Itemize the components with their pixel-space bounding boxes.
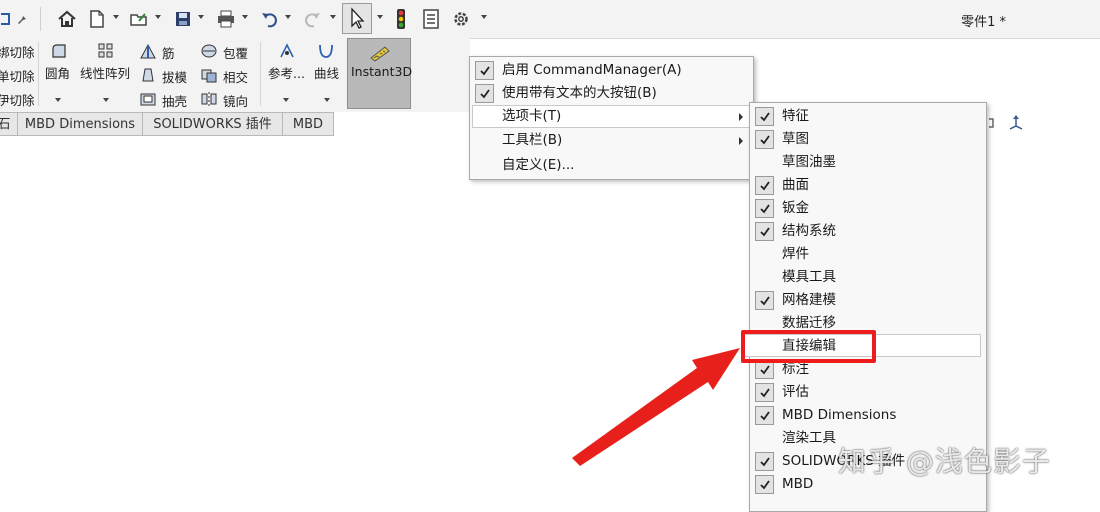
home-icon[interactable] [56,8,78,30]
instant3d-icon [369,44,391,66]
check-icon [755,176,774,195]
document-title: 零件1 * [961,15,1006,30]
intersect-icon[interactable] [200,66,217,83]
select-button[interactable] [342,3,372,34]
curves-icon[interactable] [317,42,333,58]
rib-button[interactable]: 筋 [162,43,175,62]
submenu-item[interactable]: 评估 [782,381,809,404]
check-icon [475,61,494,80]
fillet-icon[interactable] [50,42,66,58]
redo-icon[interactable] [302,8,324,30]
view-orientation-icon[interactable] [1006,114,1026,134]
submenu-item[interactable]: 渲染工具 [782,427,836,450]
open-icon[interactable] [128,8,150,30]
submenu-item[interactable]: 网格建模 [782,289,836,312]
submenu-item[interactable]: 草图油墨 [782,151,836,174]
submenu-item[interactable]: 焊件 [782,243,809,266]
pin-icon[interactable] [12,8,34,30]
menu-item-large-buttons-with-text[interactable]: 使用带有文本的大按钮(B) [502,82,657,105]
submenu-item[interactable]: 草图 [782,128,809,151]
submenu-item[interactable]: MBD Dimensions [782,404,896,427]
save-icon[interactable] [172,8,194,30]
mirror-icon[interactable] [200,90,217,106]
menu-item-customize[interactable]: 自定义(E)... [502,154,574,177]
tab-partial[interactable]: 石 [0,112,18,136]
options-icon[interactable] [450,8,472,30]
tab-mbd[interactable]: MBD [282,112,334,136]
intersect-button[interactable]: 相交 [223,67,248,86]
quick-access-toolbar: 零件1 * [0,0,1100,39]
fillet-button[interactable]: 圆角 [45,63,70,82]
draft-button[interactable]: 拔模 [162,67,187,86]
check-icon [475,84,494,103]
undo-icon[interactable] [258,8,280,30]
submenu-item[interactable]: 结构系统 [782,220,836,243]
new-file-icon[interactable] [86,8,108,30]
view-toolbar-fragment-icon[interactable] [988,116,994,130]
menu-item-enable-commandmanager[interactable]: 启用 CommandManager(A) [502,59,682,82]
tab-solidworks-addins[interactable]: SOLIDWORKS 插件 [142,112,283,136]
wrap-button[interactable]: 包覆 [223,43,248,62]
check-icon [755,107,774,126]
rebuild-icon[interactable] [390,8,412,30]
draft-icon[interactable] [139,66,155,82]
submenu-item[interactable]: MBD [782,473,813,496]
check-icon [755,291,774,310]
shell-icon[interactable] [139,90,156,106]
tab-mbd-dimensions[interactable]: MBD Dimensions [17,112,143,136]
print-icon[interactable] [215,8,237,30]
rib-icon[interactable] [139,42,156,59]
file-properties-icon[interactable] [420,8,442,30]
menu-item-toolbars[interactable]: 工具栏(B) [502,129,562,152]
ribbon-cut-label-2[interactable]: 单切除 [0,66,35,85]
linear-pattern-button[interactable]: 线性阵列 [80,63,130,82]
submenu-item[interactable]: 特征 [782,105,809,128]
ribbon-cut-label-3[interactable]: 伊切除 [0,90,35,109]
submenu-item[interactable]: 钣金 [782,197,809,220]
check-icon [755,222,774,241]
linear-pattern-icon[interactable] [97,42,113,58]
shell-button[interactable]: 抽壳 [162,91,187,110]
check-icon [755,130,774,149]
wrap-icon[interactable] [200,42,217,58]
check-icon [755,199,774,218]
check-icon [755,475,774,494]
command-manager-context-menu: 启用 CommandManager(A) 使用带有文本的大按钮(B) 选项卡(T… [469,56,754,180]
reference-geometry-button[interactable]: 参考... [268,63,305,82]
mirror-button[interactable]: 镜向 [223,91,248,110]
instant3d-label: Instant3D [351,64,413,79]
annotation-arrow [572,348,740,466]
annotation-highlight-box [741,330,876,363]
reference-geometry-icon[interactable] [278,42,294,58]
watermark-text: 知乎 @浅色影子 [838,445,1051,478]
instant3d-button[interactable]: Instant3D [347,38,413,109]
curves-button[interactable]: 曲线 [314,63,339,82]
submenu-arrow-icon [739,113,743,121]
submenu-arrow-icon [739,137,743,145]
submenu-item[interactable]: 模具工具 [782,266,836,289]
menu-item-tabs[interactable]: 选项卡(T) [502,105,561,128]
submenu-item[interactable]: 曲面 [782,174,809,197]
ribbon-cut-label-1[interactable]: 绑切除 [0,42,35,61]
